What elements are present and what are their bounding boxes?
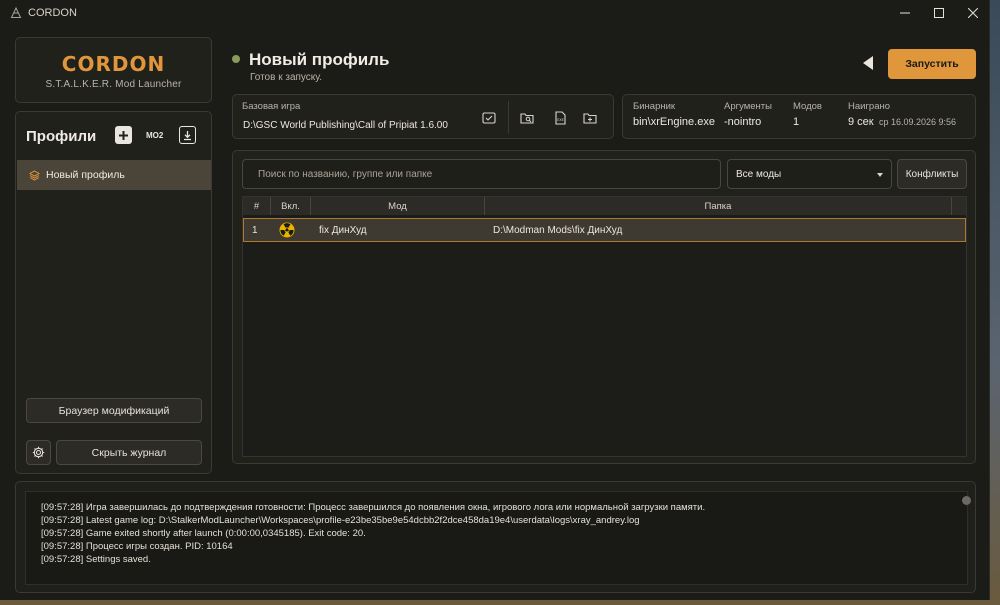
layers-icon [29,169,40,181]
hide-log-button[interactable]: Скрыть журнал [56,440,202,465]
mods-table: # Вкл. Мод Папка 1 fix ДинХуд D:\Modman … [242,196,967,457]
profiles-title: Профили [26,128,97,145]
binary-value: bin\xrEngine.exe [633,116,715,128]
profiles-sidebar: Профили MO2 Новый профиль Браузер модифи… [15,111,212,474]
gear-icon [32,446,45,459]
mods-panel: Поиск по названию, группе или папке Все … [232,150,976,464]
plus-icon [119,130,128,140]
status-indicator [232,55,240,63]
mo2-import-button[interactable]: MO2 [146,126,163,144]
mod-number: 1 [252,224,258,236]
playtime-value: 9 сек [848,116,874,128]
launch-button[interactable]: Запустить [888,49,976,79]
log-line: [09:57:28] Процесс игры создан. PID: 101… [41,541,233,552]
search-folder-icon[interactable] [520,111,534,125]
profile-list-item-label: Новый профиль [46,169,125,181]
close-button[interactable] [956,0,990,26]
brand-subtitle: S.T.A.L.K.E.R. Mod Launcher [45,79,182,90]
playtime-label: Наиграно [848,101,891,112]
close-icon [968,8,978,18]
add-folder-icon[interactable] [583,111,597,125]
profile-list-item[interactable]: Новый профиль [17,160,211,190]
svg-text:EXE: EXE [557,118,564,122]
title-bar: CORDON [0,0,990,26]
divider [508,101,509,134]
mods-count-label: Модов [793,101,822,112]
exe-file-icon[interactable]: EXE [553,111,567,125]
brand-card: CORDON S.T.A.L.K.E.R. Mod Launcher [15,37,212,103]
profile-info-box: Бинарник bin\xrEngine.exe Аргументы -noi… [622,94,976,139]
base-game-box: Базовая игра D:\GSC World Publishing\Cal… [232,94,614,139]
log-line: [09:57:28] Game exited shortly after lau… [41,528,366,539]
search-input[interactable]: Поиск по названию, группе или папке [242,159,721,189]
page-title: Новый профиль [249,50,390,69]
download-icon [184,130,191,140]
radiation-icon[interactable] [279,219,295,241]
mod-name: fix ДинХуд [319,224,367,236]
brand-logo: CORDON [61,52,166,76]
log-scrollbar[interactable] [962,496,971,505]
args-value: -nointro [724,116,762,128]
maximize-button[interactable] [922,0,956,26]
mod-filter-select[interactable]: Все моды [727,159,892,189]
import-profile-button[interactable] [179,126,196,144]
add-profile-button[interactable] [115,126,132,144]
select-folder-icon[interactable] [482,111,496,125]
mod-browser-button[interactable]: Браузер модификаций [26,398,202,423]
mod-folder: D:\Modman Mods\fix ДинХуд [493,224,623,236]
window-title: CORDON [28,7,77,19]
column-header-number[interactable]: # [243,197,271,215]
minimize-button[interactable] [888,0,922,26]
column-header-folder[interactable]: Папка [485,197,952,215]
log-line: [09:57:28] Игра завершилась до подтвержд… [41,502,706,513]
log-output[interactable]: [09:57:28] Игра завершилась до подтвержд… [25,491,968,585]
args-label: Аргументы [724,101,772,112]
base-game-path: D:\GSC World Publishing\Call of Pripiat … [243,120,448,131]
conflicts-button[interactable]: Конфликты [897,159,967,189]
mod-filter-value: Все моды [736,168,782,180]
settings-button[interactable] [26,440,51,465]
log-panel: [09:57:28] Игра завершилась до подтвержд… [15,481,976,593]
log-line: [09:57:28] Latest game log: D:\StalkerMo… [41,515,640,526]
table-header: # Вкл. Мод Папка [243,197,966,215]
binary-label: Бинарник [633,101,676,112]
app-logo-icon [10,7,22,18]
table-row[interactable]: 1 fix ДинХуд D:\Modman Mods\fix ДинХуд [243,218,966,242]
last-played-date: ср 16.09.2026 9:56 [879,117,957,127]
column-header-enabled[interactable]: Вкл. [271,197,311,215]
play-arrow-icon [863,56,873,70]
maximize-icon [934,8,944,18]
mods-count-value: 1 [793,116,800,128]
status-text: Готов к запуску. [250,72,323,83]
column-header-mod[interactable]: Мод [311,197,485,215]
app-window: CORDON CORDON S.T.A.L.K.E.R. Mod Launche… [0,0,990,600]
base-game-label: Базовая игра [242,101,301,112]
chevron-down-icon [877,173,883,177]
log-line: [09:57:28] Settings saved. [41,554,151,565]
minimize-icon [900,12,910,14]
